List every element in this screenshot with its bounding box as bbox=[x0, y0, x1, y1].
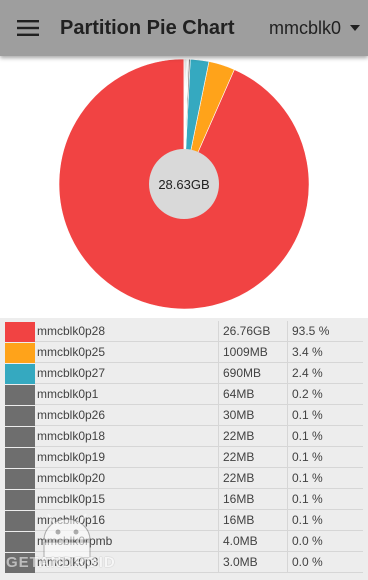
pie-chart-svg: 28.63GB bbox=[58, 58, 310, 310]
partition-percent: 3.4 % bbox=[287, 342, 363, 363]
partition-size: 16MB bbox=[218, 489, 287, 510]
partition-size: 30MB bbox=[218, 405, 287, 426]
table-row: mmcblk0p28 26.76GB 93.5 % bbox=[0, 321, 368, 342]
partition-percent: 0.0 % bbox=[287, 531, 363, 552]
page-title: Partition Pie Chart bbox=[60, 16, 235, 39]
color-swatch bbox=[5, 364, 35, 384]
partition-size: 1009MB bbox=[218, 342, 287, 363]
partition-size: 22MB bbox=[218, 468, 287, 489]
partition-size: 16MB bbox=[218, 510, 287, 531]
partition-percent: 93.5 % bbox=[287, 321, 363, 342]
watermark: GETANDROID bbox=[6, 510, 126, 578]
app-bar: Partition Pie Chart mmcblk0 bbox=[0, 0, 368, 56]
partition-size: 22MB bbox=[218, 426, 287, 447]
partition-name: mmcblk0p27 bbox=[37, 366, 106, 380]
partition-percent: 0.1 % bbox=[287, 468, 363, 489]
table-row: mmcblk0p20 22MB 0.1 % bbox=[0, 468, 368, 489]
partition-percent: 0.2 % bbox=[287, 384, 363, 405]
color-swatch bbox=[5, 385, 35, 405]
menu-button[interactable] bbox=[0, 0, 56, 56]
pie-center-label: 28.63GB bbox=[158, 177, 209, 192]
partition-name: mmcblk0p19 bbox=[37, 450, 106, 464]
color-swatch bbox=[5, 343, 35, 363]
partition-name: mmcblk0p15 bbox=[37, 492, 106, 506]
partition-percent: 0.0 % bbox=[287, 552, 363, 573]
table-row: mmcblk0p27 690MB 2.4 % bbox=[0, 363, 368, 384]
partition-size: 22MB bbox=[218, 447, 287, 468]
color-swatch bbox=[5, 448, 35, 468]
device-dropdown-label: mmcblk0 bbox=[268, 17, 341, 38]
partition-percent: 0.1 % bbox=[287, 489, 363, 510]
caret-down-icon bbox=[350, 25, 360, 31]
pie-chart: 28.63GB bbox=[0, 56, 368, 318]
partition-name: mmcblk0p20 bbox=[37, 471, 106, 485]
partition-percent: 2.4 % bbox=[287, 363, 363, 384]
color-swatch bbox=[5, 427, 35, 447]
color-swatch bbox=[5, 469, 35, 489]
table-row: mmcblk0p1 64MB 0.2 % bbox=[0, 384, 368, 405]
partition-size: 4.0MB bbox=[218, 531, 287, 552]
table-row: mmcblk0p25 1009MB 3.4 % bbox=[0, 342, 368, 363]
partition-size: 690MB bbox=[218, 363, 287, 384]
partition-name: mmcblk0p26 bbox=[37, 408, 106, 422]
table-row: mmcblk0p26 30MB 0.1 % bbox=[0, 405, 368, 426]
hamburger-menu-icon bbox=[17, 20, 39, 36]
partition-size: 64MB bbox=[218, 384, 287, 405]
partition-name: mmcblk0p18 bbox=[37, 429, 106, 443]
partition-name: mmcblk0p25 bbox=[37, 345, 106, 359]
partition-percent: 0.1 % bbox=[287, 405, 363, 426]
partition-percent: 0.1 % bbox=[287, 447, 363, 468]
color-swatch bbox=[5, 490, 35, 510]
partition-percent: 0.1 % bbox=[287, 510, 363, 531]
partition-name: mmcblk0p28 bbox=[37, 324, 106, 338]
table-row: mmcblk0p15 16MB 0.1 % bbox=[0, 489, 368, 510]
color-swatch bbox=[5, 406, 35, 426]
partition-size: 26.76GB bbox=[218, 321, 287, 342]
android-robot-icon bbox=[43, 513, 91, 558]
partition-name: mmcblk0p1 bbox=[37, 387, 99, 401]
table-row: mmcblk0p18 22MB 0.1 % bbox=[0, 426, 368, 447]
device-dropdown[interactable]: mmcblk0 bbox=[269, 0, 368, 56]
table-row: mmcblk0p19 22MB 0.1 % bbox=[0, 447, 368, 468]
color-swatch bbox=[5, 322, 35, 342]
partition-percent: 0.1 % bbox=[287, 426, 363, 447]
watermark-text: GETANDROID bbox=[6, 554, 116, 571]
partition-size: 3.0MB bbox=[218, 552, 287, 573]
